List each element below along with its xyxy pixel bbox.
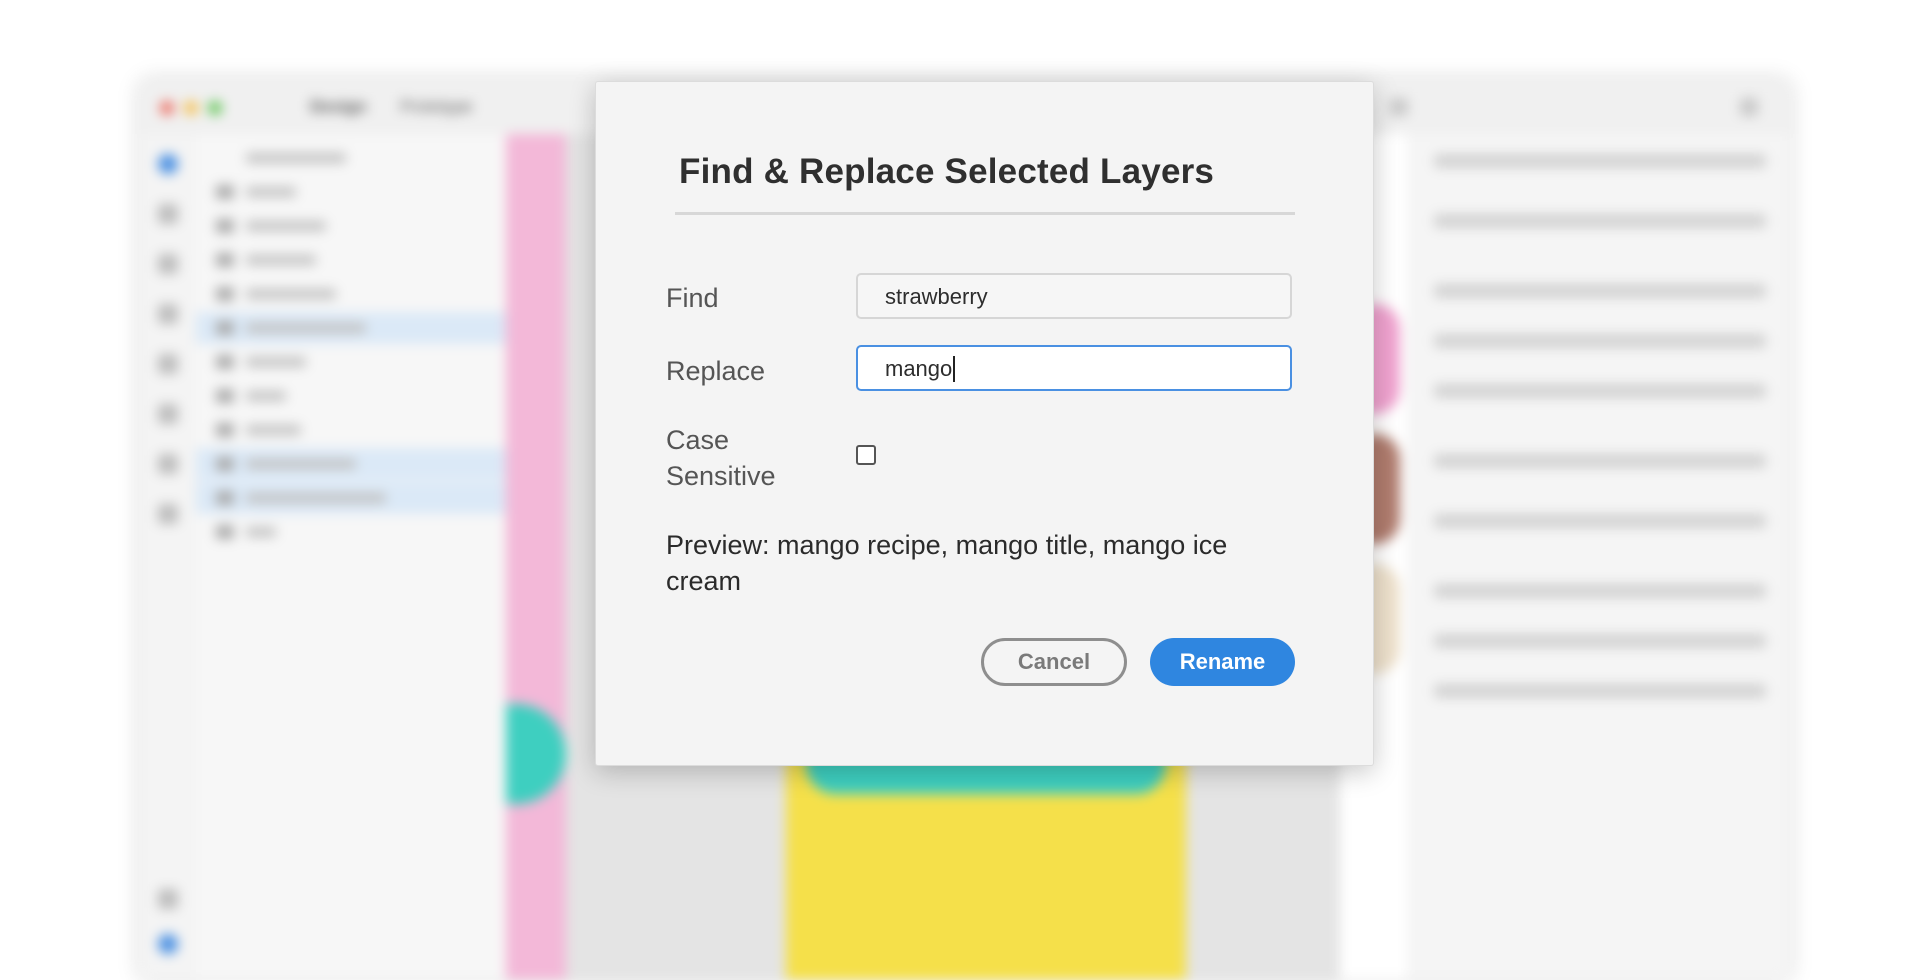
cancel-button[interactable]: Cancel: [981, 638, 1127, 686]
layer-row: [196, 142, 506, 174]
line-tool-icon: [158, 304, 178, 324]
property-row: [1434, 334, 1766, 348]
layer-row: [196, 516, 506, 548]
close-window-icon: [160, 101, 174, 115]
tab-prototype: Prototype: [400, 97, 473, 116]
tool-strip: [140, 134, 197, 980]
property-row: [1434, 514, 1766, 528]
case-sensitive-checkbox[interactable]: [856, 445, 876, 465]
toolbar-icon: [1390, 98, 1408, 116]
minimize-window-icon: [184, 101, 198, 115]
title-divider: [675, 212, 1295, 215]
layer-row: [196, 210, 506, 242]
preview-text: Preview: mango recipe, mango title, mang…: [666, 530, 1228, 596]
layer-row: [196, 448, 506, 480]
layer-row: [196, 346, 506, 378]
rename-button[interactable]: Rename: [1150, 638, 1295, 686]
property-row: [1434, 384, 1766, 398]
pen-tool-icon: [158, 354, 178, 374]
case-sensitive-label: Case Sensitive: [666, 425, 776, 491]
layer-row: [196, 278, 506, 310]
toolbar-icon: [1740, 98, 1758, 116]
property-row: [1434, 154, 1766, 168]
ellipse-tool-icon: [158, 254, 178, 274]
tab-design: Design: [310, 97, 367, 116]
select-tool-icon: [158, 154, 178, 174]
find-label: Find: [666, 283, 719, 313]
find-input-value: strawberry: [885, 284, 988, 309]
property-row: [1434, 684, 1766, 698]
layers-panel: [196, 134, 507, 980]
find-input[interactable]: strawberry: [856, 273, 1292, 319]
artboard: [506, 134, 566, 980]
replace-input[interactable]: mango: [856, 345, 1292, 391]
property-row: [1434, 584, 1766, 598]
property-row: [1434, 454, 1766, 468]
zoom-window-icon: [208, 101, 222, 115]
property-row: [1434, 214, 1766, 228]
layer-row: [196, 244, 506, 276]
property-row: [1434, 634, 1766, 648]
find-replace-dialog: Find & Replace Selected Layers Find stra…: [595, 81, 1374, 766]
artboard-tool-icon: [158, 454, 178, 474]
dialog-title: Find & Replace Selected Layers: [679, 152, 1215, 191]
text-caret: [953, 356, 956, 382]
layer-row: [196, 414, 506, 446]
replace-input-value: mango: [885, 356, 953, 381]
layer-row: [196, 380, 506, 412]
property-row: [1434, 284, 1766, 298]
rectangle-tool-icon: [158, 204, 178, 224]
assets-icon: [158, 889, 178, 909]
text-tool-icon: [158, 404, 178, 424]
layer-row: [196, 312, 506, 344]
plugins-icon: [158, 934, 178, 954]
layer-row: [196, 482, 506, 514]
layer-row: [196, 176, 506, 208]
replace-label: Replace: [666, 356, 766, 386]
zoom-tool-icon: [158, 504, 178, 524]
properties-panel: [1409, 134, 1790, 980]
